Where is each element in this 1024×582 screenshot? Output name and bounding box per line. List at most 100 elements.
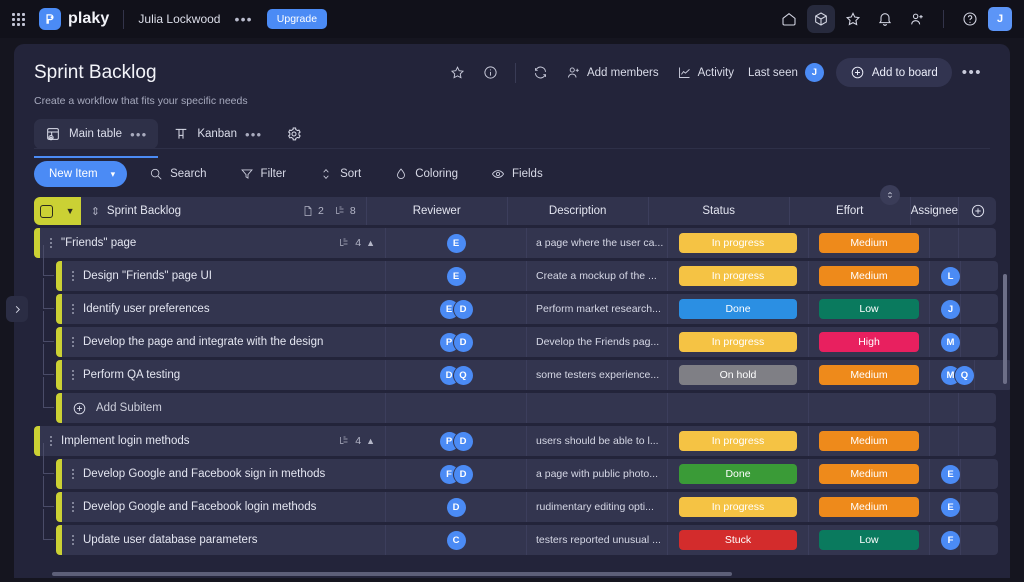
table-row[interactable]: Develop the page and integrate with the …	[34, 311, 998, 357]
cell-status[interactable]: On hold	[667, 360, 808, 390]
cell-status[interactable]: In progress	[667, 327, 808, 357]
row-menu-icon[interactable]	[50, 236, 52, 250]
horizontal-scrollbar[interactable]	[52, 572, 732, 576]
star-icon[interactable]	[839, 5, 867, 33]
cell-effort[interactable]: Medium	[808, 426, 929, 456]
status-badge[interactable]: On hold	[679, 365, 797, 385]
board-cube-icon[interactable]	[807, 5, 835, 33]
cell-description[interactable]	[526, 393, 667, 423]
cell-assignee[interactable]: J	[929, 294, 960, 324]
plaky-logo[interactable]: plaky	[39, 8, 109, 30]
avatar[interactable]: D	[446, 497, 466, 517]
sort-button[interactable]: Sort	[308, 161, 372, 187]
avatar[interactable]: M	[941, 332, 960, 352]
table-row[interactable]: Identify user preferences E D Perform marke…	[34, 278, 998, 324]
cell-assignee[interactable]: L	[929, 261, 960, 291]
status-badge[interactable]: In progress	[679, 266, 797, 286]
avatar[interactable]: D	[453, 299, 473, 319]
table-row[interactable]: Design "Friends" page UI E Create a mockup…	[34, 245, 998, 291]
cell-item-name[interactable]: Implement login methods 4 ▲	[40, 426, 385, 456]
apps-grid-icon[interactable]	[12, 12, 25, 26]
cell-description[interactable]: Create a mockup of the ...	[526, 261, 667, 291]
row-menu-icon[interactable]	[72, 335, 74, 349]
cell-description[interactable]: a page with public photo...	[526, 459, 667, 489]
gear-icon[interactable]	[277, 119, 311, 149]
new-item-button[interactable]: New Item ▾	[34, 161, 128, 187]
cell-reviewer[interactable]: FD	[385, 459, 526, 489]
row-menu-icon[interactable]	[72, 269, 74, 283]
sort-updown-icon[interactable]	[880, 185, 900, 205]
status-badge[interactable]: Stuck	[679, 530, 797, 550]
cell-assignee[interactable]	[929, 393, 958, 423]
workspace-user-name[interactable]: Julia Lockwood	[138, 12, 220, 26]
last-seen-avatar[interactable]: J	[804, 63, 824, 82]
drag-handle-icon[interactable]: ⇕	[91, 205, 100, 218]
help-circle-icon[interactable]	[956, 5, 984, 33]
row-menu-icon[interactable]	[72, 368, 74, 382]
cell-effort[interactable]: Medium	[808, 492, 929, 522]
avatar[interactable]: J	[941, 299, 960, 319]
status-badge[interactable]: In progress	[679, 497, 797, 517]
cell-description[interactable]: rudimentary editing opti...	[526, 492, 667, 522]
avatar[interactable]: J	[988, 7, 1012, 31]
column-header-reviewer[interactable]: Reviewer	[365, 197, 507, 225]
coloring-button[interactable]: Coloring	[383, 161, 469, 187]
status-badge[interactable]: In progress	[679, 431, 797, 451]
add-subitem-cell[interactable]: Add Subitem	[62, 393, 385, 423]
cell-item-name[interactable]: Design "Friends" page UI	[62, 261, 385, 291]
info-icon-button[interactable]	[475, 60, 506, 85]
status-badge[interactable]: Done	[679, 464, 797, 484]
avatar[interactable]: E	[941, 464, 960, 484]
table-row[interactable]: Develop Google and Facebook login method…	[34, 476, 998, 522]
cell-description[interactable]: Perform market research...	[526, 294, 667, 324]
filter-button[interactable]: Filter	[229, 161, 298, 187]
cell-description[interactable]: a page where the user ca...	[526, 228, 667, 258]
cell-effort[interactable]: Low	[808, 294, 929, 324]
cell-description[interactable]: users should be able to l...	[526, 426, 667, 456]
avatar[interactable]: Q	[955, 365, 974, 385]
table-row[interactable]: "Friends" page 4 ▲ Ea page where the user c…	[34, 228, 996, 258]
upgrade-button[interactable]: Upgrade	[266, 9, 328, 29]
cell-assignee[interactable]: MQ	[929, 360, 974, 390]
cell-assignee[interactable]: M	[929, 327, 960, 357]
sidebar-expand-button[interactable]	[6, 296, 28, 322]
chevron-down-icon[interactable]: ▾	[107, 162, 128, 187]
effort-badge[interactable]: Low	[819, 299, 919, 319]
effort-badge[interactable]: High	[819, 332, 919, 352]
table-row[interactable]: Update user database parameters Ctesters …	[34, 509, 998, 555]
cell-reviewer[interactable]: E	[385, 261, 526, 291]
row-menu-icon[interactable]	[72, 500, 74, 514]
avatar[interactable]: D	[453, 332, 473, 352]
cell-status[interactable]: In progress	[667, 261, 808, 291]
avatar[interactable]: C	[446, 530, 466, 550]
column-header-status[interactable]: Status	[647, 197, 789, 225]
effort-badge[interactable]: Medium	[819, 464, 919, 484]
avatar[interactable]: Q	[453, 365, 473, 385]
cell-item-name[interactable]: Develop Google and Facebook login method…	[62, 492, 385, 522]
chevron-up-icon[interactable]: ▲	[366, 238, 375, 248]
tab-kanban[interactable]: Kanban •••	[162, 119, 273, 149]
group-select-pill[interactable]: ▼	[34, 197, 81, 225]
cell-effort[interactable]: Medium	[808, 228, 929, 258]
cell-reviewer[interactable]: DQ	[385, 360, 526, 390]
cell-assignee[interactable]	[929, 426, 958, 456]
sync-icon-button[interactable]	[525, 60, 556, 85]
row-menu-icon[interactable]	[72, 467, 74, 481]
effort-badge[interactable]: Medium	[819, 266, 919, 286]
cell-item-name[interactable]: Perform QA testing	[62, 360, 385, 390]
search-button[interactable]: Search	[138, 161, 217, 187]
add-person-icon[interactable]	[903, 5, 931, 33]
cell-assignee[interactable]	[929, 228, 958, 258]
row-menu-icon[interactable]	[72, 302, 74, 316]
cell-status[interactable]: In progress	[667, 426, 808, 456]
avatar[interactable]: E	[446, 233, 466, 253]
cell-assignee[interactable]: E	[929, 492, 960, 522]
cell-status[interactable]: In progress	[667, 492, 808, 522]
add-to-board-button[interactable]: Add to board	[835, 58, 952, 87]
cell-item-name[interactable]: Develop Google and Facebook sign in meth…	[62, 459, 385, 489]
cell-reviewer[interactable]: D	[385, 492, 526, 522]
cell-item-name[interactable]: Update user database parameters	[62, 525, 385, 555]
tab-main-table[interactable]: Main table •••	[34, 119, 159, 158]
cell-effort[interactable]: Medium	[808, 360, 929, 390]
add-subitem-row[interactable]: Add Subitem	[34, 377, 996, 423]
